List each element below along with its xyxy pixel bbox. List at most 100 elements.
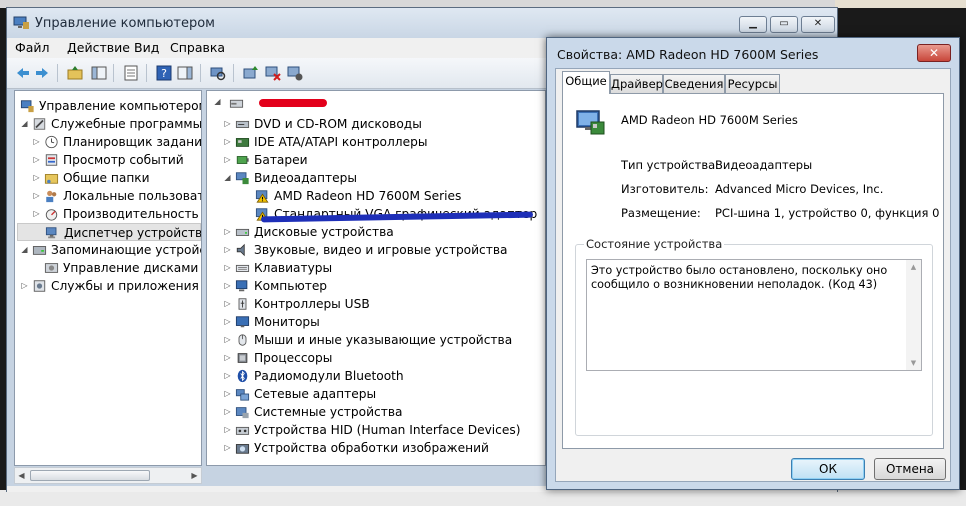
console-tree-item[interactable]: ▷ Общие папки [17,169,201,187]
device-category-item[interactable]: ▷ IDE ATA/ATAPI контроллеры [209,133,543,151]
expand-arrow[interactable]: ▷ [223,313,232,331]
hid-icon [235,426,250,435]
keyboard-icon [235,264,250,272]
scroll-thumb[interactable] [30,470,150,481]
menu-help[interactable]: Справка [170,40,225,55]
forward-icon[interactable] [34,65,50,81]
expand-arrow[interactable]: ▷ [223,133,232,151]
expand-arrow[interactable]: ▷ [223,151,232,169]
console-tree-item[interactable]: Управление дисками [17,259,201,277]
device-category-label: Компьютер [254,279,328,293]
tab-driver[interactable]: Драйвер [610,74,663,93]
device-category-item[interactable]: ▷ Компьютер [209,277,543,295]
device-category-label: Системные устройства [254,405,403,419]
help-icon[interactable]: ? [156,65,172,81]
expand-arrow[interactable]: ▷ [223,295,232,313]
console-tree-item[interactable]: ▷ Планировщик заданий [17,133,201,151]
tab-details[interactable]: Сведения [663,74,725,93]
device-category-item[interactable]: ▷ Системные устройства [209,403,543,421]
disable-device-icon[interactable] [287,65,303,81]
expand-arrow[interactable]: ▷ [32,133,41,151]
show-hide-action-pane-icon[interactable] [177,65,193,81]
expand-arrow[interactable]: ▷ [223,331,232,349]
dialog-close-button[interactable]: ✕ [917,44,951,62]
up-folder-icon[interactable] [67,65,83,81]
console-tree-item[interactable]: Управление компьютером (л [17,97,201,115]
expand-arrow[interactable]: ▷ [223,403,232,421]
device-category-item[interactable]: ▷ Звуковые, видео и игровые устройства [209,241,543,259]
console-tree-item[interactable]: ◢ Служебные программы [17,115,201,133]
cancel-button[interactable]: Отмена [874,458,946,480]
console-tree-item[interactable]: ▷ Локальные пользовате [17,187,201,205]
device-category-item[interactable]: ▷ Устройства HID (Human Interface Devices… [209,421,543,439]
expand-arrow[interactable]: ▷ [223,385,232,403]
scroll-left-arrow[interactable]: ◀ [15,468,28,483]
scroll-right-arrow[interactable]: ▶ [188,468,201,483]
scan-hardware-icon[interactable] [210,65,226,81]
console-tree-item[interactable]: Диспетчер устройств [17,223,201,241]
menu-action[interactable]: Действие [67,40,130,55]
tab-resources[interactable]: Ресурсы [725,74,780,93]
expand-arrow[interactable]: ▷ [32,151,41,169]
expand-arrow[interactable]: ◢ [213,93,222,111]
device-tree: ◢ ▷ DVD и CD-ROM дисководы ▷ IDE ATA/ATAPI … [206,90,546,466]
expand-arrow[interactable]: ▷ [32,205,41,223]
console-tree-item-label: Диспетчер устройств [64,226,202,240]
device-category-item[interactable]: ▷ Процессоры [209,349,543,367]
expand-arrow[interactable]: ▷ [223,367,232,385]
expand-arrow[interactable]: ▷ [20,277,29,295]
storage-icon [32,246,47,255]
device-category-item[interactable]: ▷ Контроллеры USB [209,295,543,313]
console-tree-item[interactable]: ▷ Службы и приложения [17,277,201,295]
expand-arrow[interactable]: ▷ [223,421,232,439]
expand-arrow[interactable]: ▷ [223,115,232,133]
device-category-item[interactable]: ▷ Мыши и иные указывающие устройства [209,331,543,349]
expand-arrow[interactable]: ▷ [223,349,232,367]
title-bar: Управление компьютером ▁ ▭ ✕ [7,8,837,38]
device-category-item[interactable]: ▷ Радиомодули Bluetooth [209,367,543,385]
device-category-item[interactable]: ▷ Клавиатуры [209,259,543,277]
expand-arrow[interactable]: ▷ [223,439,232,457]
display-adapter-icon [576,110,605,135]
ok-button[interactable]: ОК [791,458,865,480]
tab-general[interactable]: Общие [562,71,610,94]
close-button[interactable]: ✕ [801,16,835,33]
expand-arrow[interactable]: ▷ [32,169,41,187]
show-hide-tree-icon[interactable] [91,65,107,81]
console-tree-item[interactable]: ▷ Производительность [17,205,201,223]
menu-file[interactable]: Файл [15,40,50,55]
window-title: Управление компьютером [35,16,215,31]
expand-arrow[interactable]: ▷ [223,259,232,277]
device-category-item[interactable]: ▷ DVD и CD-ROM дисководы [209,115,543,133]
properties-sheet-icon[interactable] [123,65,139,81]
device-category-item[interactable]: ◢ Видеоадаптеры [209,169,543,187]
update-driver-icon[interactable] [243,65,259,81]
device-category-item[interactable]: ▷ Сетевые адаптеры [209,385,543,403]
expand-arrow[interactable]: ▷ [223,223,232,241]
expand-arrow[interactable]: ▷ [32,187,41,205]
device-category-item[interactable]: AMD Radeon HD 7600M Series [209,187,543,205]
device-category-item[interactable]: ▷ Батареи [209,151,543,169]
device-category-item[interactable]: ▷ Дисковые устройства [209,223,543,241]
minimize-button[interactable]: ▁ [739,16,767,33]
console-tree-item[interactable]: ◢ Запоминающие устройст [17,241,201,259]
device-tree-root[interactable]: ◢ [211,93,411,111]
maximize-button[interactable]: ▭ [770,16,798,33]
scroll-down-arrow[interactable]: ▼ [906,356,921,370]
expand-arrow[interactable]: ◢ [20,241,29,259]
device-category-item[interactable]: ▷ Устройства обработки изображений [209,439,543,457]
horizontal-scrollbar[interactable]: ◀ ▶ [14,467,202,484]
shared-folder-icon [44,174,59,184]
vertical-scrollbar[interactable]: ▲ ▼ [906,260,921,370]
device-status-textbox[interactable]: Это устройство было остановлено, посколь… [586,259,922,371]
expand-arrow[interactable]: ▷ [223,277,232,295]
menu-view[interactable]: Вид [134,40,159,55]
expand-arrow[interactable]: ◢ [20,115,29,133]
expand-arrow[interactable]: ◢ [223,169,232,187]
expand-arrow[interactable]: ▷ [223,241,232,259]
scroll-up-arrow[interactable]: ▲ [906,260,921,274]
device-category-item[interactable]: ▷ Мониторы [209,313,543,331]
console-tree-item[interactable]: ▷ Просмотр событий [17,151,201,169]
uninstall-device-icon[interactable] [265,65,281,81]
back-icon[interactable] [15,65,31,81]
